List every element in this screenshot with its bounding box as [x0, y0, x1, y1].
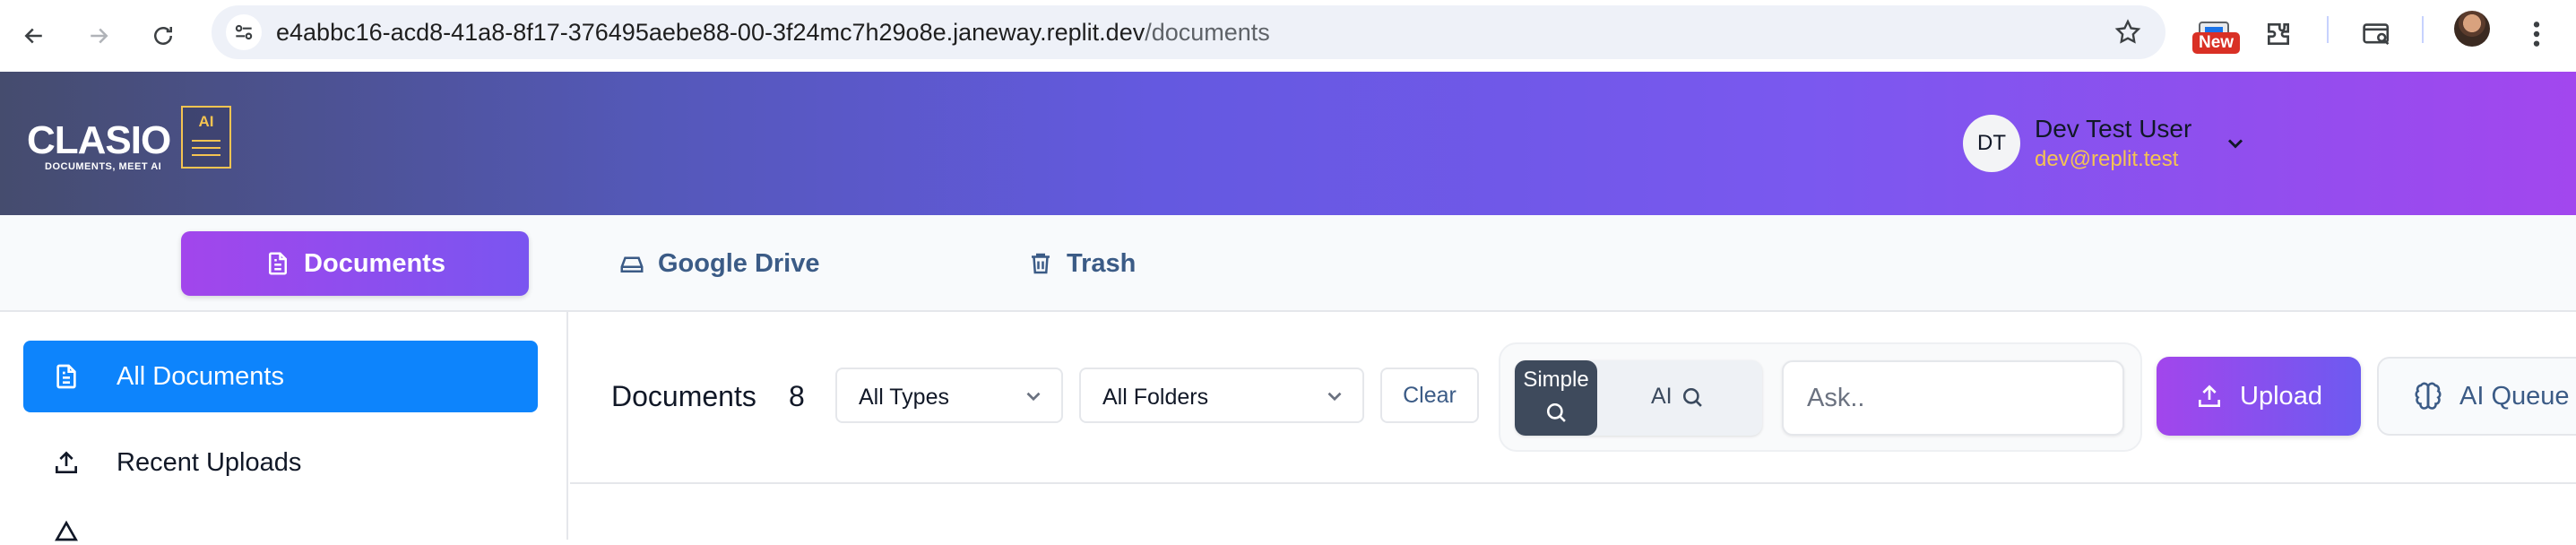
sidebar: All Documents Recent Uploads	[0, 312, 568, 541]
upload-icon	[2199, 385, 2221, 407]
folder-filter-value: All Folders	[1102, 385, 1209, 410]
url-text[interactable]: e4abbc16-acd8-41a8-8f17-376495aebe88-00-…	[276, 5, 1270, 59]
user-avatar: DT	[1963, 115, 2020, 172]
url-path: /documents	[1145, 19, 1270, 46]
type-filter-value: All Types	[859, 385, 949, 410]
upload-button[interactable]: Upload	[2157, 357, 2361, 436]
forward-icon	[91, 28, 108, 44]
tab-search-icon[interactable]	[2356, 11, 2399, 57]
browser-toolbar: e4abbc16-acd8-41a8-8f17-376495aebe88-00-…	[0, 0, 2576, 72]
sidebar-item-partial[interactable]	[23, 509, 538, 545]
type-filter-select[interactable]: All Types	[835, 368, 1063, 423]
logo-line	[192, 140, 220, 142]
logo-line	[192, 147, 220, 149]
tab-trash[interactable]: Trash	[1027, 231, 1136, 296]
ai-mode-label: AI	[1651, 384, 1673, 409]
brain-icon	[2415, 382, 2442, 410]
simple-mode-label: Simple	[1523, 368, 1589, 392]
trash-icon	[1032, 253, 1050, 274]
forward-button[interactable]	[75, 13, 122, 59]
address-bar[interactable]: e4abbc16-acd8-41a8-8f17-376495aebe88-00-…	[212, 5, 2165, 59]
site-info-icon[interactable]	[226, 14, 262, 50]
tab-label: Trash	[1067, 248, 1137, 278]
main-content: Documents 8 All Types All Folders Clear …	[570, 312, 2576, 540]
page-title: Documents	[611, 380, 756, 412]
ai-search-mode-button[interactable]: AI	[1651, 384, 1705, 410]
back-icon	[24, 28, 42, 44]
reload-button[interactable]	[140, 13, 186, 59]
toolbar-divider	[2422, 16, 2424, 43]
drive-icon	[620, 256, 644, 272]
tab-google-drive[interactable]: Google Drive	[618, 231, 820, 296]
search-input[interactable]	[1782, 360, 2124, 436]
sidebar-item-label: All Documents	[117, 361, 284, 391]
search-icon	[1682, 387, 1702, 407]
toolbar-divider	[2327, 16, 2329, 43]
new-badge: New	[2192, 32, 2241, 54]
sidebar-item-label: Recent Uploads	[117, 447, 302, 477]
bookmark-star-icon[interactable]	[2114, 18, 2142, 47]
ai-queue-label: AI Queue	[2459, 381, 2570, 411]
folder-filter-select[interactable]: All Folders	[1079, 368, 1364, 423]
document-icon	[56, 364, 76, 389]
ai-queue-button[interactable]: AI Queue	[2377, 357, 2576, 436]
main-tabbar: Documents Google Drive Trash	[0, 215, 2576, 312]
logo-ai-text: AI	[198, 113, 214, 130]
tab-label: Google Drive	[658, 248, 820, 278]
more-icon[interactable]	[2519, 11, 2554, 57]
user-email: dev@replit.test	[2035, 147, 2179, 171]
documents-toolbar: Documents 8 All Types All Folders Clear …	[570, 312, 2576, 484]
search-mode-toggle: Simple AI	[1515, 360, 1762, 436]
search-icon	[1546, 402, 1566, 422]
logo-line	[192, 154, 220, 156]
sidebar-item-recent-uploads[interactable]: Recent Uploads	[23, 427, 538, 498]
app-logo[interactable]: CLASIO DOCUMENTS, MEET AI AI	[27, 106, 233, 177]
tab-documents[interactable]: Documents	[181, 231, 529, 296]
simple-search-mode-button[interactable]: Simple	[1515, 360, 1597, 436]
user-name: Dev Test User	[2035, 115, 2192, 143]
search-group: Simple AI	[1499, 342, 2142, 452]
clear-filters-button[interactable]: Clear	[1380, 368, 1479, 423]
upload-icon	[56, 451, 77, 473]
logo-tagline: DOCUMENTS, MEET AI	[45, 161, 162, 172]
app-header	[0, 72, 2576, 215]
logo-ai-badge: AI	[181, 106, 231, 169]
chevron-down-icon	[1327, 392, 1342, 402]
document-icon	[269, 252, 288, 275]
sidebar-item-all-documents[interactable]: All Documents	[23, 341, 538, 412]
document-count: 8	[789, 380, 805, 412]
profile-avatar[interactable]	[2454, 11, 2490, 47]
reload-icon	[154, 27, 172, 45]
back-button[interactable]	[11, 13, 57, 59]
puzzle-icon[interactable]	[2259, 11, 2298, 57]
tab-label: Documents	[304, 248, 445, 278]
chevron-down-icon	[1026, 392, 1041, 402]
upload-label: Upload	[2240, 381, 2322, 411]
chevron-down-icon	[2227, 139, 2243, 149]
url-host: e4abbc16-acd8-41a8-8f17-376495aebe88-00-…	[276, 19, 1145, 46]
logo-wordmark: CLASIO	[27, 118, 171, 162]
partial-icon	[55, 520, 78, 541]
